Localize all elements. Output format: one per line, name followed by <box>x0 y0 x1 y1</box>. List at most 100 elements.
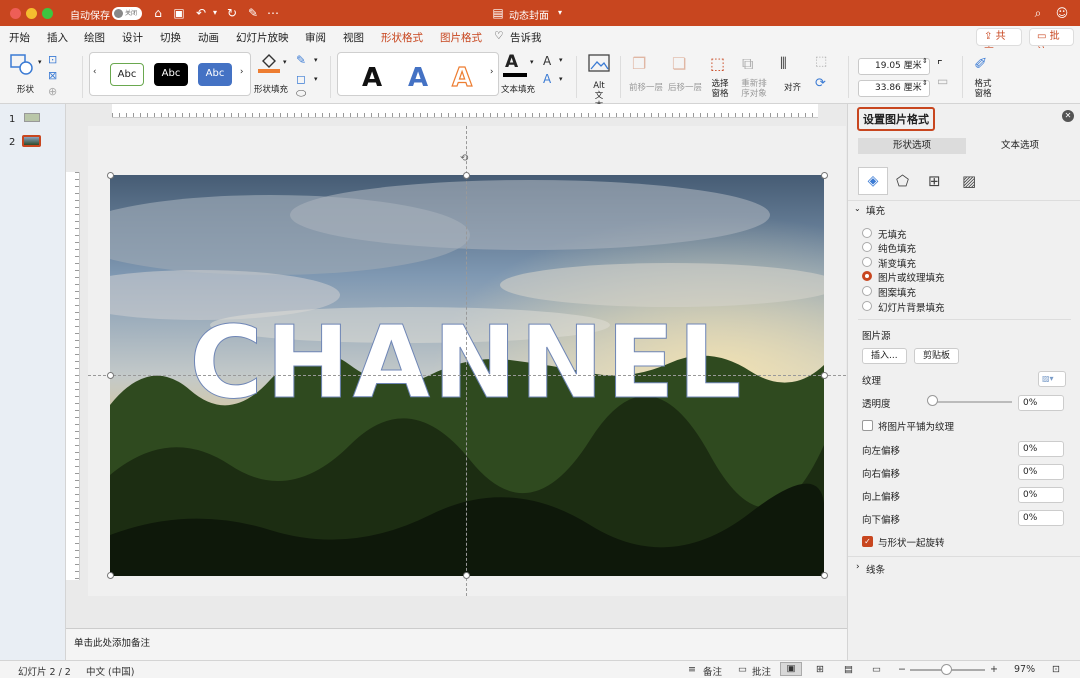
transparency-slider-thumb[interactable] <box>927 395 938 406</box>
text-effects-icon[interactable]: A <box>543 72 551 86</box>
home-icon[interactable]: ⌂ <box>150 5 166 21</box>
bring-forward-icon[interactable]: ❐ <box>632 54 650 73</box>
offset-right-input[interactable]: 0% <box>1018 464 1064 480</box>
shape-format-icon[interactable]: ⬭ <box>296 86 314 104</box>
tab-shape-options[interactable]: 形状选项 <box>858 138 966 154</box>
gallery-next-icon[interactable]: › <box>240 67 243 77</box>
gallery-prev-icon[interactable]: ‹ <box>93 67 96 77</box>
search-icon[interactable]: ⌕ <box>1030 5 1046 21</box>
rotate-with-shape-checkbox[interactable]: ✓ <box>862 536 873 547</box>
line-section-header[interactable]: 线条 <box>866 562 885 576</box>
resize-handle-top[interactable] <box>463 172 470 179</box>
language-indicator[interactable]: 中文 (中国) <box>86 664 134 678</box>
maximize-window-button[interactable] <box>42 8 53 19</box>
zoom-slider-thumb[interactable] <box>941 664 952 675</box>
text-outline-dropdown-icon[interactable]: ▾ <box>559 56 563 64</box>
notes-toggle-label[interactable]: 备注 <box>703 664 722 678</box>
zoom-in-icon[interactable]: + <box>990 664 998 675</box>
wordart-black[interactable]: A <box>362 63 382 93</box>
resize-handle-right[interactable] <box>821 372 828 379</box>
zoom-level[interactable]: 97% <box>1014 664 1035 675</box>
size-properties-icon[interactable]: ⊞ <box>928 172 941 190</box>
group-icon[interactable]: ⬚ <box>815 54 833 72</box>
fill-section-chevron-icon[interactable]: ⌄ <box>854 204 861 213</box>
send-backward-icon[interactable]: ❏ <box>672 54 690 73</box>
format-pane-icon[interactable]: ✐ <box>974 54 992 73</box>
style-sample-outline[interactable]: Abc <box>110 63 144 86</box>
tab-review[interactable]: 审阅 <box>305 30 326 45</box>
slide-thumbnail-2[interactable] <box>22 135 41 147</box>
bring-forward-label[interactable]: 前移一层 <box>629 81 663 93</box>
radio-pattern-fill[interactable] <box>862 286 872 296</box>
radio-slide-background-fill[interactable] <box>862 301 872 311</box>
width-stepper[interactable]: ⇕ <box>922 79 928 87</box>
effects-dropdown-icon[interactable]: ▾ <box>314 75 318 83</box>
transparency-input[interactable]: 0% <box>1018 395 1064 411</box>
effects-icon[interactable]: ⬠ <box>896 172 909 190</box>
resize-handle-bottom-right[interactable] <box>821 572 828 579</box>
rotate-handle-icon[interactable]: ⟲ <box>460 153 468 164</box>
merge-shapes-icon[interactable]: ⊕ <box>48 85 66 103</box>
slide-thumbnail-1[interactable] <box>24 113 40 122</box>
tab-transitions[interactable]: 切换 <box>160 30 181 45</box>
wordart-next-icon[interactable]: › <box>490 67 493 77</box>
comments-toggle-icon[interactable]: ▭ <box>738 664 747 675</box>
alt-text-icon[interactable] <box>588 54 610 74</box>
wordart-blue[interactable]: A <box>408 63 428 93</box>
more-icon[interactable]: ⋯ <box>265 5 281 21</box>
text-outline-icon[interactable]: A <box>543 54 551 68</box>
clipboard-button[interactable]: 剪贴板 <box>914 348 960 364</box>
reorder-icon[interactable]: ⧉ <box>742 54 760 73</box>
text-effects-dropdown-icon[interactable]: ▾ <box>559 75 563 83</box>
fill-section-header[interactable]: 填充 <box>866 203 885 217</box>
tell-me-input[interactable]: 告诉我 <box>510 30 542 45</box>
comments-button[interactable]: ▭ 批注 <box>1029 28 1074 58</box>
title-dropdown-icon[interactable]: ▾ <box>552 5 568 21</box>
height-stepper[interactable]: ⇕ <box>922 57 928 65</box>
radio-solid-fill[interactable] <box>862 242 872 252</box>
send-backward-label[interactable]: 后移一层 <box>668 81 702 93</box>
radio-gradient-fill[interactable] <box>862 257 872 267</box>
tab-text-options[interactable]: 文本选项 <box>966 138 1074 154</box>
format-pane-label[interactable]: 格式窗格 <box>973 79 993 99</box>
close-window-button[interactable] <box>10 8 21 19</box>
resize-handle-bottom[interactable] <box>463 572 470 579</box>
radio-picture-fill[interactable] <box>862 271 872 281</box>
tab-home[interactable]: 开始 <box>9 30 30 45</box>
outline-dropdown-icon[interactable]: ▾ <box>314 56 318 64</box>
radio-no-fill[interactable] <box>862 228 872 238</box>
tab-picture-format[interactable]: 图片格式 <box>440 30 482 45</box>
lock-aspect-icon[interactable]: ▭ <box>937 74 955 92</box>
notes-pane[interactable]: 单击此处添加备注 <box>66 628 847 660</box>
notes-toggle-icon[interactable]: ≡ <box>688 664 696 675</box>
close-pane-icon[interactable]: ✕ <box>1062 110 1074 122</box>
normal-view-icon[interactable]: ▣ <box>780 662 802 676</box>
resize-handle-left[interactable] <box>107 372 114 379</box>
shape-fill-dropdown-icon[interactable]: ▾ <box>283 58 287 66</box>
align-label[interactable]: 对齐 <box>784 81 801 93</box>
offset-top-input[interactable]: 0% <box>1018 487 1064 503</box>
transparency-slider-track[interactable] <box>932 401 1012 403</box>
comments-toggle-label[interactable]: 批注 <box>752 664 771 678</box>
tile-checkbox[interactable] <box>862 420 873 431</box>
picture-icon[interactable]: ▨ <box>962 172 976 190</box>
tab-animations[interactable]: 动画 <box>198 30 219 45</box>
autosave-toggle[interactable]: 关闭 <box>112 7 142 20</box>
resize-handle-bottom-left[interactable] <box>107 572 114 579</box>
insert-button[interactable]: 插入... <box>862 348 907 364</box>
reorder-label[interactable]: 重新排序对象 <box>740 79 768 99</box>
zoom-out-icon[interactable]: − <box>898 664 906 675</box>
tab-insert[interactable]: 插入 <box>47 30 68 45</box>
wordart-orange-outline[interactable]: A <box>451 62 472 93</box>
undo-dropdown-icon[interactable]: ▾ <box>207 5 223 21</box>
fit-to-window-icon[interactable]: ⊡ <box>1052 664 1060 675</box>
resize-handle-top-left[interactable] <box>107 172 114 179</box>
channel-text[interactable]: CHANNEL <box>110 303 824 423</box>
save-icon[interactable]: ▣ <box>171 5 187 21</box>
selection-pane-label[interactable]: 选择窗格 <box>710 79 730 99</box>
selection-pane-icon[interactable]: ⬚ <box>710 54 728 73</box>
text-fill-icon[interactable]: A <box>505 52 518 72</box>
align-icon[interactable]: ⫴ <box>780 54 798 73</box>
fill-bucket-icon[interactable] <box>258 52 280 74</box>
rotate-icon[interactable]: ⟳ <box>815 76 833 94</box>
